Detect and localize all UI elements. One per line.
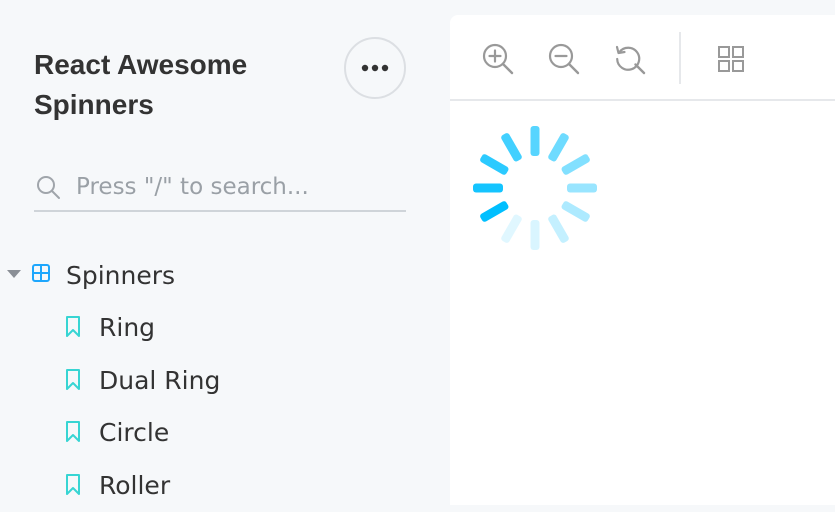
spinner-segment	[530, 220, 540, 250]
spinner-segment	[480, 201, 509, 222]
grid-background-button[interactable]	[713, 41, 749, 77]
spinner-segment	[567, 183, 597, 193]
reset-zoom-icon	[615, 45, 646, 75]
spinner-segment	[548, 214, 569, 243]
grid-icon	[32, 264, 50, 286]
brand-title[interactable]: React Awesome Spinners	[34, 45, 334, 125]
tree-item-label: Roller	[99, 471, 171, 500]
spinner-preview	[473, 126, 597, 250]
tree-item-label: Dual Ring	[99, 366, 221, 395]
spinner-segment	[480, 154, 509, 175]
spinner-segment	[561, 201, 590, 222]
preview-toolbar	[450, 15, 835, 101]
search-input[interactable]	[76, 173, 396, 200]
more-options-button[interactable]	[344, 37, 406, 99]
tree-group-label: Spinners	[66, 261, 176, 290]
caret-down-icon	[7, 270, 21, 278]
preview-panel	[450, 15, 835, 505]
spinner-segment	[530, 126, 540, 156]
tree-item-roller[interactable]: Roller	[0, 460, 420, 512]
bookmark-icon	[65, 474, 81, 500]
spinner-segment	[501, 214, 522, 243]
toolbar-divider	[679, 32, 681, 84]
spinner-segment	[548, 133, 569, 162]
tree-item-label: Circle	[99, 418, 170, 447]
bookmark-icon	[65, 316, 81, 342]
more-horizontal-icon	[361, 64, 389, 72]
spinner-segment	[501, 133, 522, 162]
zoom-in-button[interactable]	[480, 41, 516, 77]
reset-zoom-button[interactable]	[612, 41, 648, 77]
bookmark-icon	[65, 369, 81, 395]
tree-item-circle[interactable]: Circle	[0, 407, 420, 459]
zoom-in-icon	[482, 43, 514, 75]
zoom-out-button[interactable]	[546, 41, 582, 77]
zoom-out-icon	[548, 43, 580, 75]
sidebar: React Awesome Spinners Press "/" to sear…	[0, 0, 450, 505]
tree-item-dual-ring[interactable]: Dual Ring	[0, 355, 420, 407]
spinner-segment	[561, 154, 590, 175]
search-icon	[34, 173, 62, 201]
bookmark-icon	[65, 421, 81, 447]
tree-item-label: Ring	[99, 313, 156, 342]
tree-item-ring[interactable]: Ring	[0, 302, 420, 354]
search-bar	[34, 163, 406, 212]
grid-background-icon	[718, 46, 744, 72]
preview-canvas	[450, 103, 835, 505]
spinner-segment	[473, 183, 503, 193]
tree-group-spinners[interactable]: Spinners	[0, 250, 420, 302]
